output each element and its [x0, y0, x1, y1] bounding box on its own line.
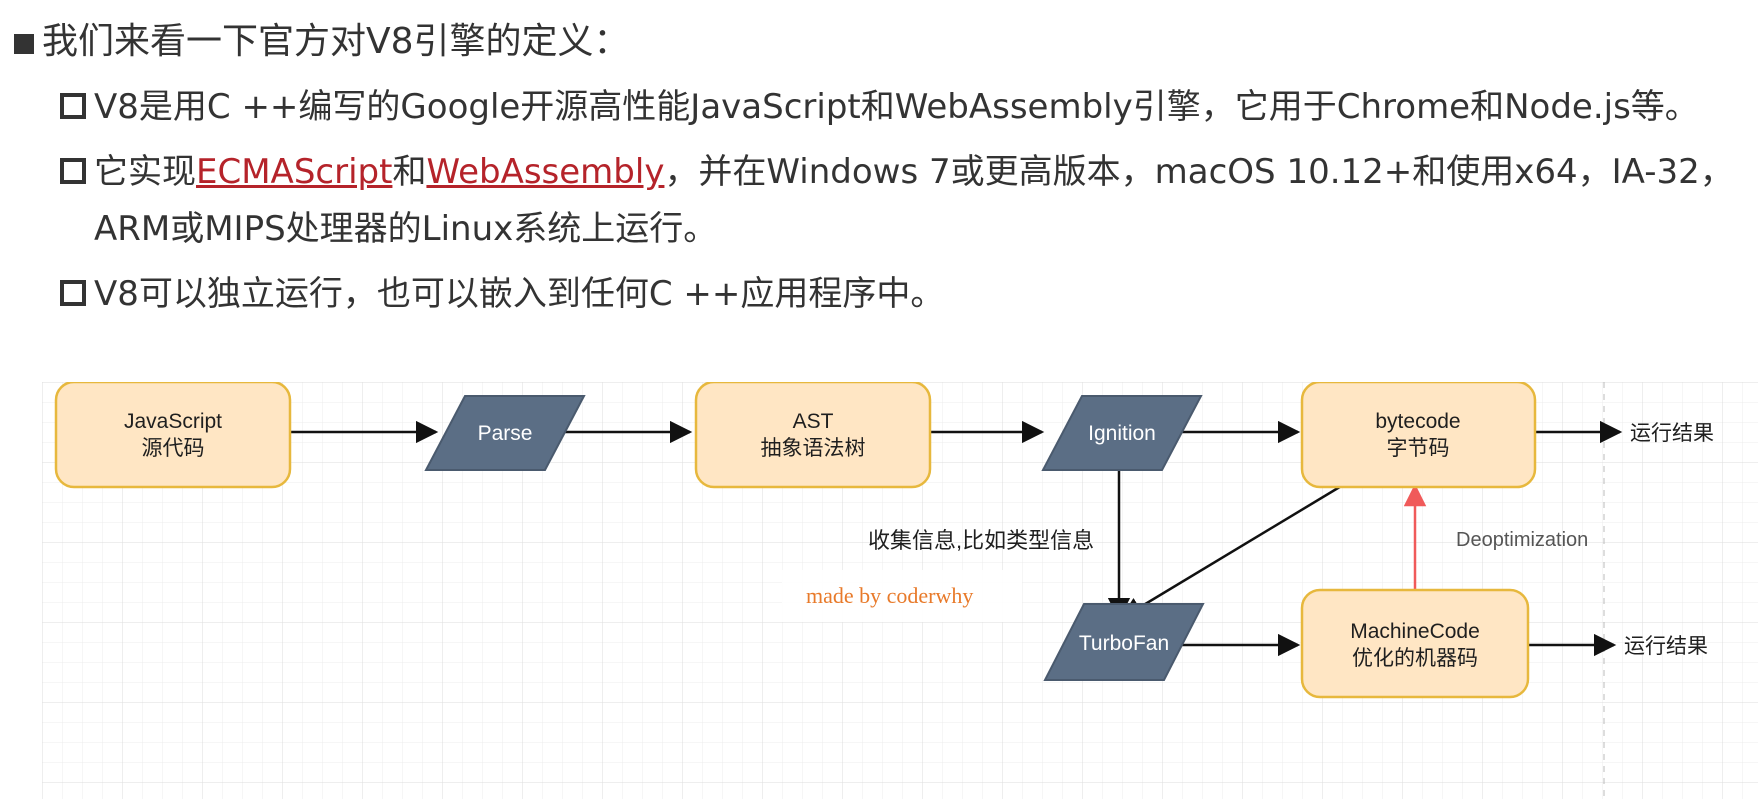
node-bytecode-line2: 字节码 [1387, 437, 1450, 460]
square-bullet-icon [14, 34, 34, 54]
node-turbofan-label: TurboFan [1079, 632, 1169, 655]
result-label-1: 运行结果 [1630, 422, 1714, 445]
node-machinecode-line1: MachineCode [1350, 620, 1480, 643]
node-ast-line2: 抽象语法树 [761, 437, 866, 460]
collect-info-label: 收集信息,比如类型信息 [868, 528, 1094, 553]
watermark-text: made by coderwhy [806, 583, 973, 608]
node-js-line2: 源代码 [142, 437, 205, 460]
deoptimization-label: Deoptimization [1456, 529, 1588, 551]
bullet-point-2-continuation: ARM或MIPS处理器的Linux系统上运行。 [94, 209, 718, 249]
point-2-prefix: 它实现 [94, 152, 196, 192]
hollow-square-bullet-icon [60, 93, 86, 119]
bullet-point-3: V8可以独立运行，也可以嵌入到任何C ++应用程序中。 [60, 273, 944, 315]
node-javascript-source: JavaScript 源代码 [54, 382, 292, 489]
hollow-square-bullet-icon [60, 158, 86, 184]
ecmascript-link[interactable]: ECMAScript [196, 152, 392, 192]
point-3-text: V8可以独立运行，也可以嵌入到任何C ++应用程序中。 [94, 274, 945, 314]
v8-pipeline-diagram: JavaScript 源代码 Parse AST 抽象语法树 Ignition … [42, 382, 1758, 799]
node-bytecode-line1: bytecode [1375, 410, 1460, 433]
node-machinecode-line2: 优化的机器码 [1352, 647, 1478, 670]
node-parse-label: Parse [478, 422, 533, 445]
point-2-suffix: ，并在Windows 7或更高版本，macOS 10.12+和使用x64，IA-… [664, 152, 1734, 192]
node-ast: AST 抽象语法树 [694, 382, 932, 489]
node-ast-line1: AST [793, 410, 834, 433]
node-ignition-label: Ignition [1088, 422, 1156, 445]
hollow-square-bullet-icon [60, 280, 86, 306]
heading-line: 我们来看一下官方对V8引擎的定义： [14, 20, 630, 64]
node-js-line1: JavaScript [124, 410, 222, 433]
bullet-point-2: 它实现ECMAScript和WebAssembly，并在Windows 7或更高… [60, 151, 1734, 193]
result-label-2: 运行结果 [1624, 635, 1708, 658]
heading-text: 我们来看一下官方对V8引擎的定义： [42, 21, 630, 62]
node-bytecode: bytecode 字节码 [1300, 382, 1537, 489]
point-2-mid: 和 [392, 152, 427, 192]
webassembly-link[interactable]: WebAssembly [426, 152, 664, 192]
bullet-point-1: V8是用C ++编写的Google开源高性能JavaScript和WebAsse… [60, 86, 1699, 128]
node-machinecode: MachineCode 优化的机器码 [1300, 588, 1530, 699]
point-1-text: V8是用C ++编写的Google开源高性能JavaScript和WebAsse… [94, 87, 1699, 127]
